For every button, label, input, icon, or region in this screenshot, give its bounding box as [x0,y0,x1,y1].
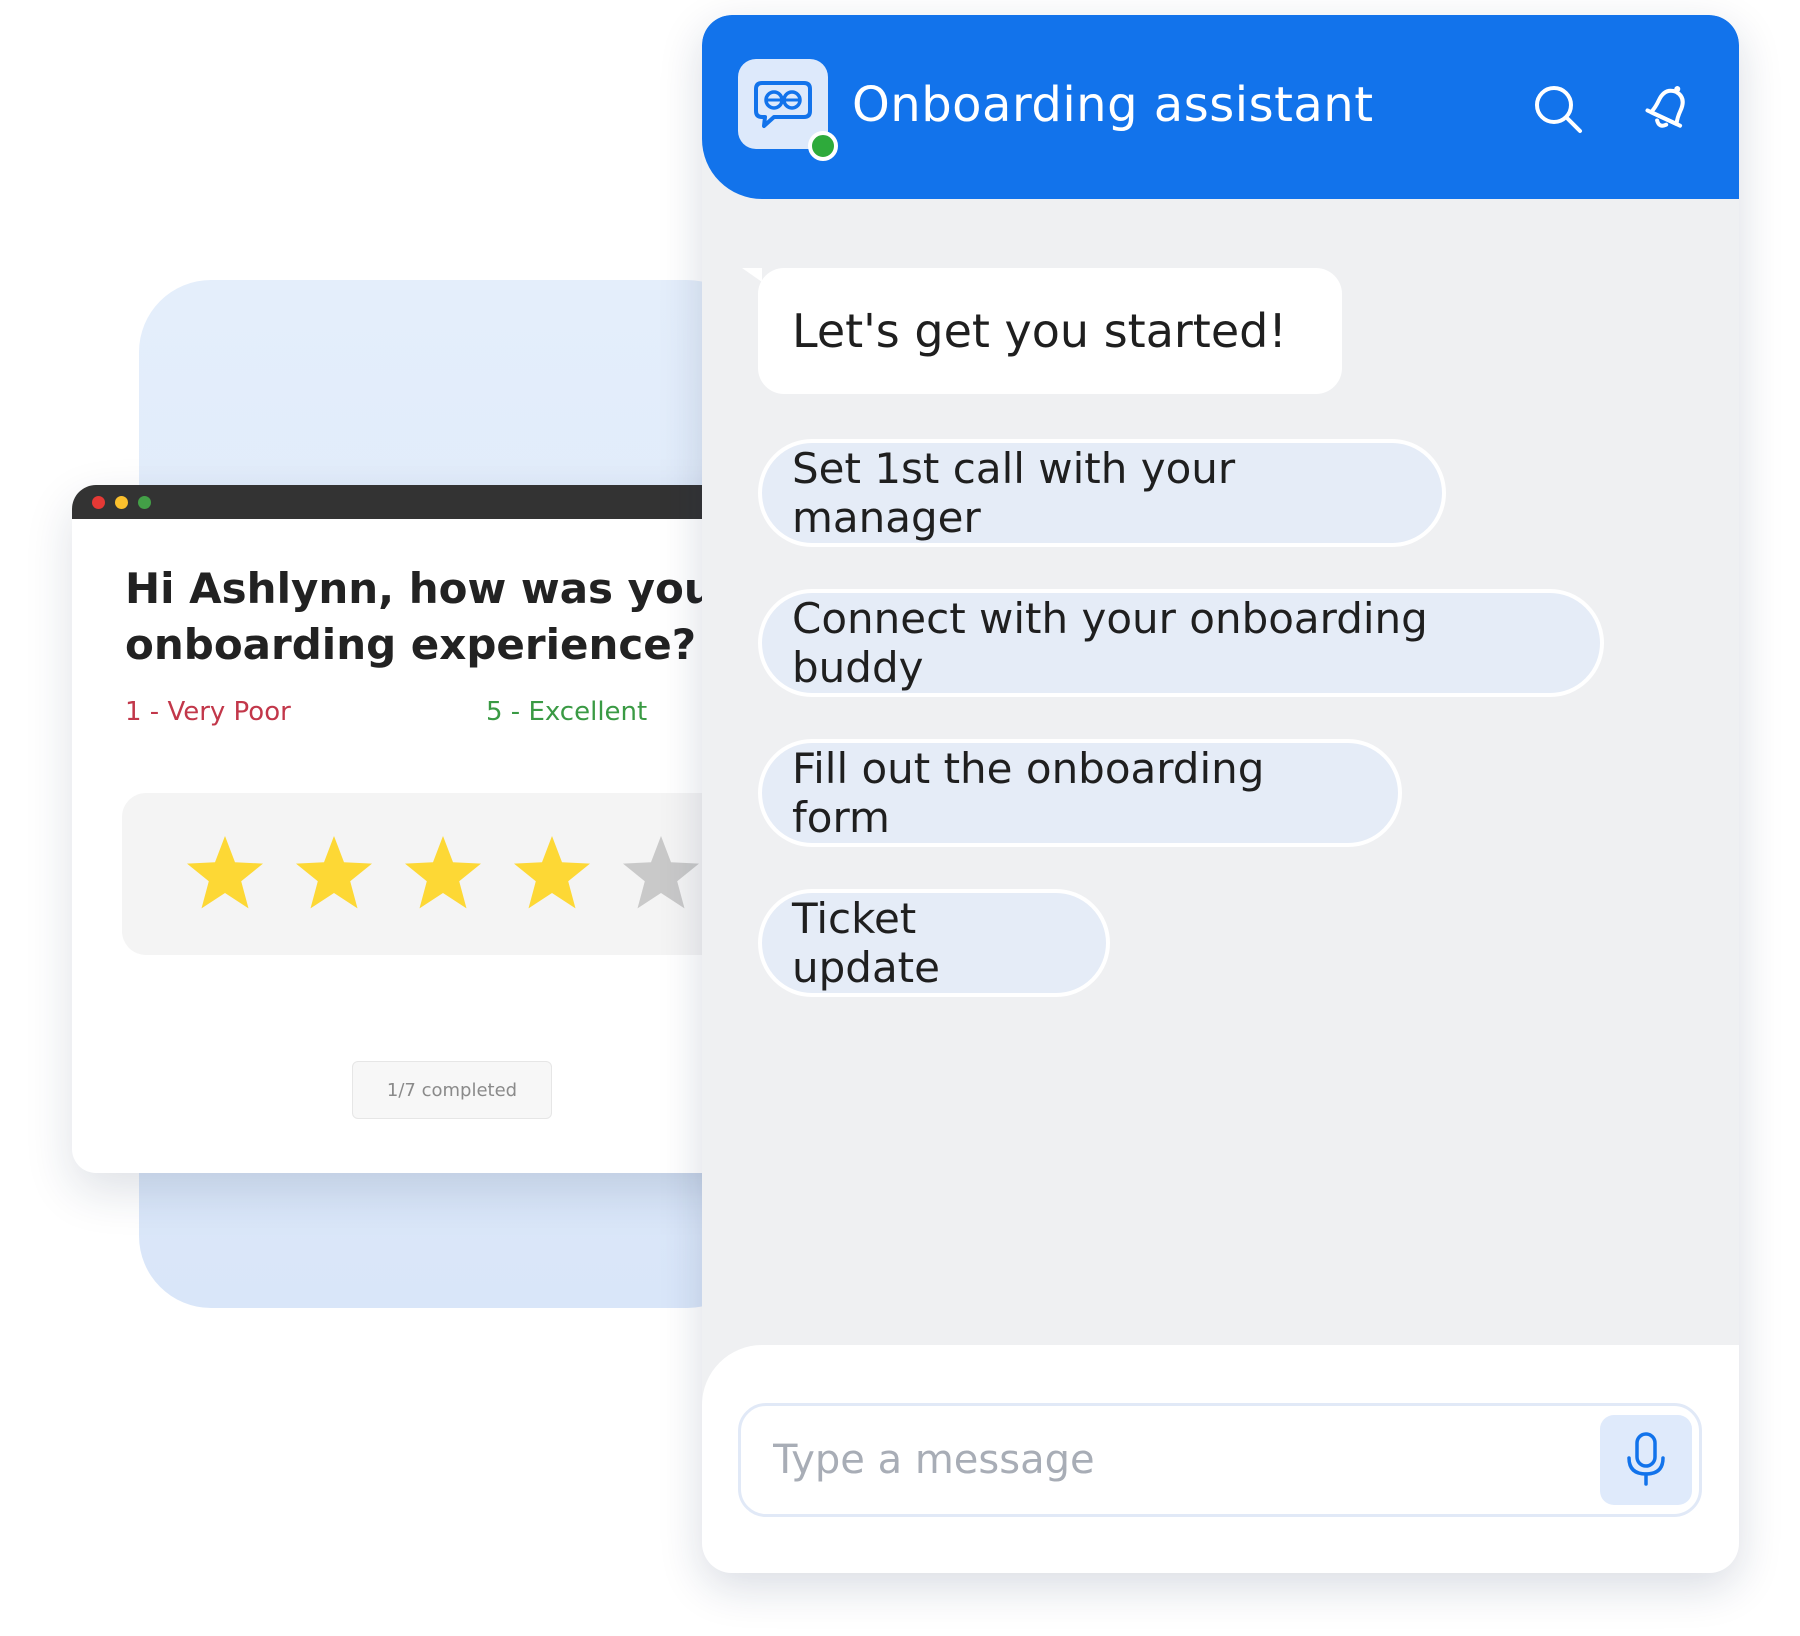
quick-reply-onboarding-form[interactable]: Fill out the onboarding form [758,739,1402,847]
star-filled-icon[interactable] [184,833,266,915]
bot-chat-icon [754,81,812,128]
star-filled-icon[interactable] [293,833,375,915]
quick-reply-ticket-update[interactable]: Ticket update [758,889,1110,997]
scale-high-label: 5 - Excellent [486,697,648,727]
star-filled-icon[interactable] [402,833,484,915]
maximize-dot[interactable] [138,495,151,509]
quick-reply-onboarding-buddy[interactable]: Connect with your onboarding buddy [758,589,1604,697]
message-composer [702,1345,1739,1573]
bot-message: Let's get you started! [758,268,1342,394]
progress-indicator: 1/7 completed [352,1061,552,1119]
chat-header: Onboarding assistant [702,15,1739,199]
star-filled-icon[interactable] [511,833,593,915]
window-titlebar [72,485,772,519]
online-status-dot [808,131,838,161]
star-empty-icon[interactable] [620,833,702,915]
scale-low-label: 1 - Very Poor [125,697,291,727]
minimize-dot[interactable] [115,495,128,509]
close-dot[interactable] [92,495,105,509]
bell-icon[interactable] [1638,79,1698,139]
chat-title: Onboarding assistant [852,77,1374,133]
survey-question: Hi Ashlynn, how was your onboarding expe… [125,564,735,669]
bubble-tail [742,268,762,282]
microphone-button[interactable] [1600,1415,1692,1505]
survey-card: Hi Ashlynn, how was your onboarding expe… [72,485,772,1173]
search-icon[interactable] [1528,79,1588,139]
message-input[interactable] [738,1403,1702,1517]
quick-reply-manager-call[interactable]: Set 1st call with your manager [758,439,1446,547]
scene: Hi Ashlynn, how was your onboarding expe… [0,0,1800,1636]
chat-window: Onboarding assistant Let's get you start… [702,15,1739,1573]
star-rating [122,793,772,955]
microphone-icon [1627,1432,1665,1486]
